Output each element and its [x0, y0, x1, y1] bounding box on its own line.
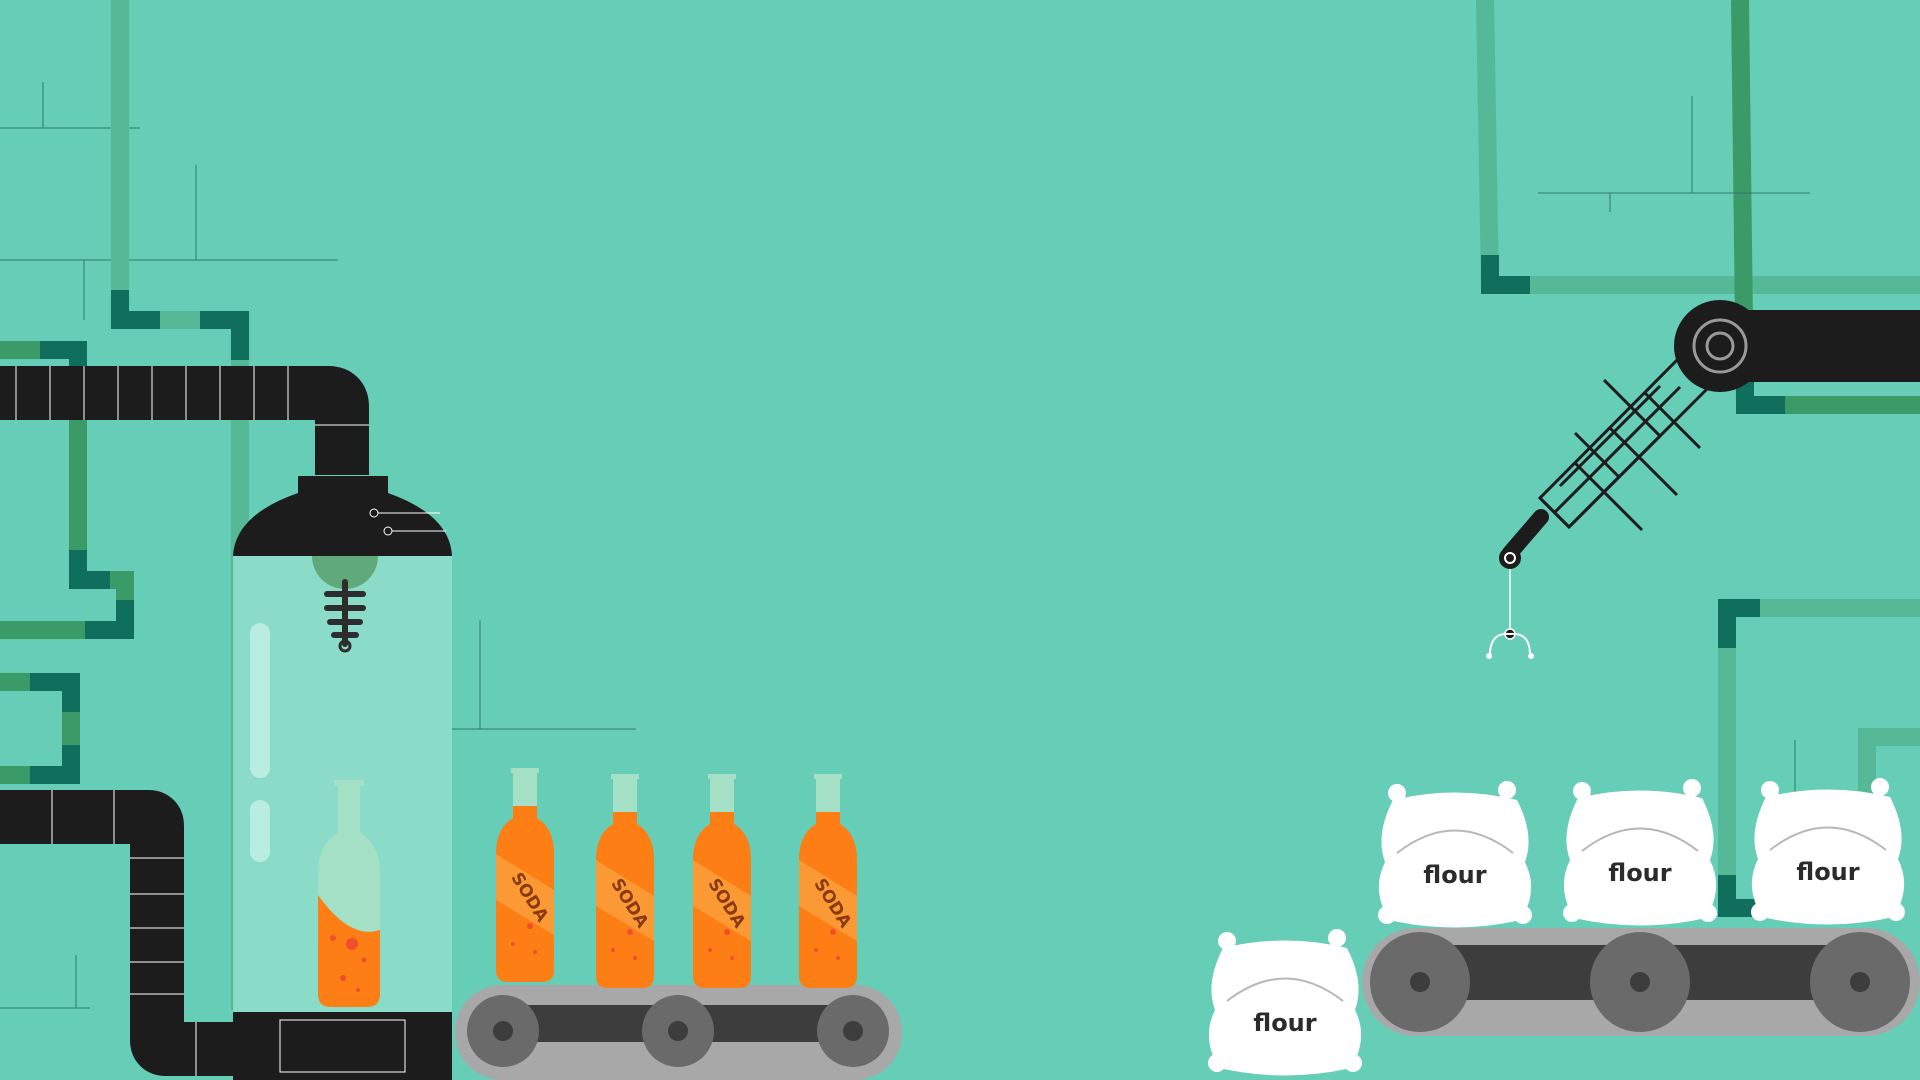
flour-bag: flour	[1208, 929, 1362, 1076]
pipes-left	[0, 0, 249, 1010]
flour-bag: flour	[1378, 781, 1532, 928]
flour-label: flour	[1608, 859, 1671, 887]
flour-label: flour	[1796, 858, 1859, 886]
flour-label: flour	[1253, 1009, 1316, 1037]
machine-base	[233, 1012, 452, 1080]
flour-label: flour	[1423, 861, 1486, 889]
soda-bottle: SODA	[693, 774, 751, 988]
soda-conveyor	[455, 985, 902, 1080]
decor-lines-right	[1538, 96, 1810, 800]
machine-cap	[233, 476, 452, 556]
soda-bottle: SODA	[496, 768, 554, 982]
glass-highlight-small	[250, 800, 270, 862]
pipes-right	[1476, 0, 1920, 917]
flour-bag: flour	[1563, 779, 1717, 926]
soda-bottle: SODA	[596, 774, 654, 988]
flour-bag: flour	[1751, 778, 1905, 925]
filling-machine	[233, 476, 452, 1080]
factory-scene: SODA SODA SODA SODA flour flour flour fl…	[0, 0, 1920, 1080]
crane-lattice	[1537, 355, 1712, 532]
crane-wrist	[1499, 547, 1521, 569]
flour-conveyor	[1362, 928, 1920, 1036]
soda-bottle: SODA	[799, 774, 857, 988]
factory-illustration: SODA SODA SODA SODA flour flour flour fl…	[0, 0, 1920, 1080]
glass-highlight	[250, 623, 270, 778]
soda-bottles: SODA SODA SODA SODA	[496, 768, 857, 988]
